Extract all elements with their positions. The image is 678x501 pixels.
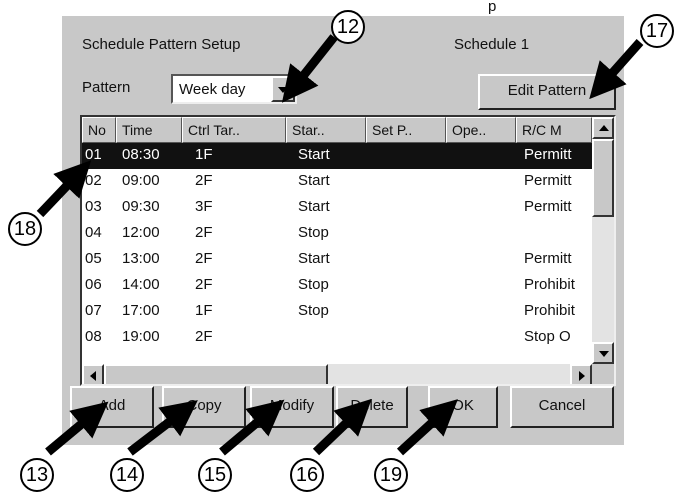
callout-arrow-13 xyxy=(45,401,109,456)
callout-12: 12 xyxy=(331,10,365,44)
callout-arrow-16 xyxy=(312,398,372,456)
callout-16: 16 xyxy=(290,458,324,492)
callout-arrow-15 xyxy=(219,399,285,456)
callout-15: 15 xyxy=(198,458,232,492)
callout-13: 13 xyxy=(20,458,54,492)
callout-19: 19 xyxy=(374,458,408,492)
callout-14: 14 xyxy=(110,458,144,492)
callout-arrow-14 xyxy=(127,400,198,456)
callout-arrow-12 xyxy=(281,34,338,103)
callout-18: 18 xyxy=(8,212,42,246)
callout-arrow-17 xyxy=(589,39,644,100)
callout-arrow-19 xyxy=(396,399,458,456)
callout-17: 17 xyxy=(640,14,674,48)
callout-arrows xyxy=(36,34,644,456)
callout-arrow-18 xyxy=(36,160,92,218)
